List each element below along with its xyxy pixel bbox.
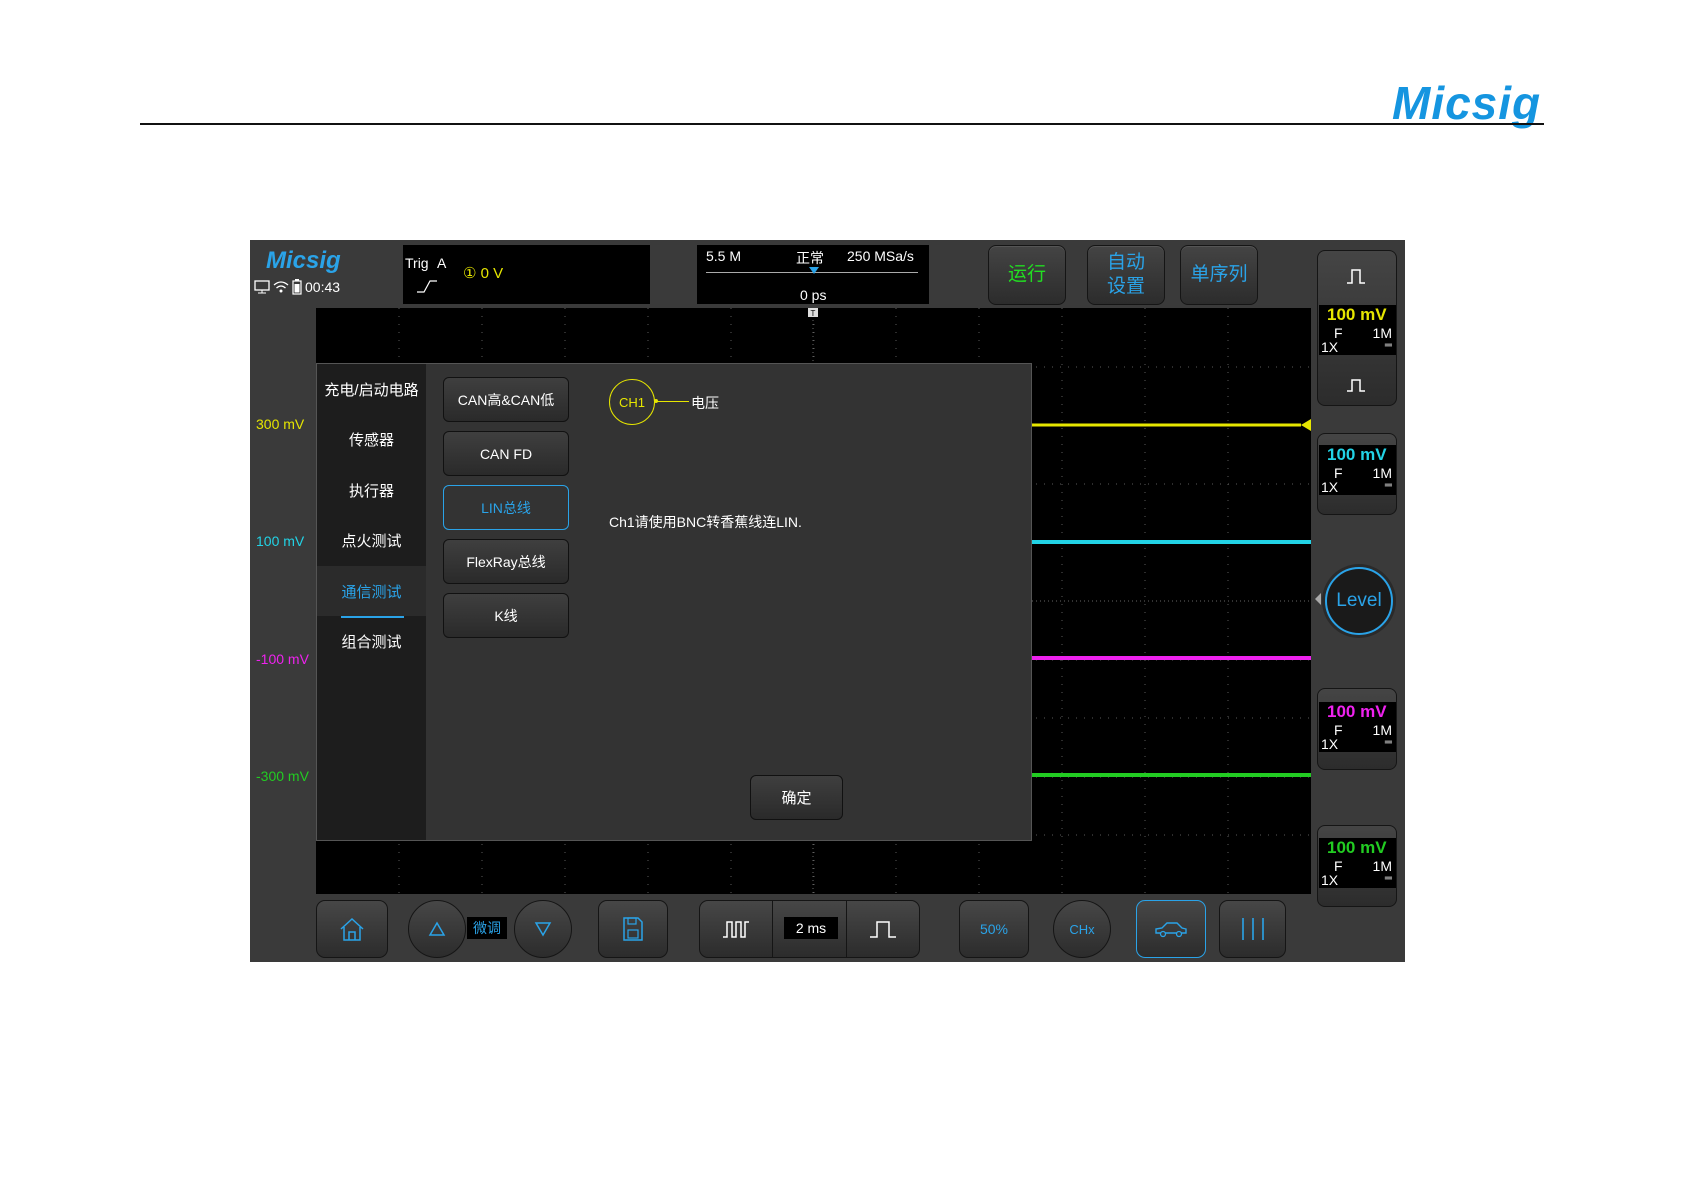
channel-select-button[interactable]: CHx xyxy=(1053,900,1111,958)
sample-rate: 250 MSa/s xyxy=(847,248,914,264)
timebase-decrease-button[interactable] xyxy=(699,900,773,958)
memory-depth: 5.5 M xyxy=(706,248,742,264)
trigger-label: Trig xyxy=(405,255,429,271)
trigger-source: A xyxy=(437,255,447,271)
category-ignition[interactable]: 点火测试 xyxy=(317,515,426,565)
ch4-scale: 100 mV xyxy=(1327,838,1387,857)
auto-setup-button[interactable]: 自动 设置 xyxy=(1087,245,1165,305)
voltage-label-2: 100 mV xyxy=(256,533,305,549)
ch1-probe: 1X xyxy=(1321,339,1339,355)
ch2-probe: 1X xyxy=(1321,479,1339,495)
option-can-high-low[interactable]: CAN高&CAN低 xyxy=(443,377,569,422)
run-button[interactable]: 运行 xyxy=(988,245,1066,305)
category-sensor[interactable]: 传感器 xyxy=(317,414,426,464)
header-divider xyxy=(140,123,1544,125)
voltage-label-3: -100 mV xyxy=(256,651,309,667)
cursor-button[interactable] xyxy=(1219,900,1286,958)
ch1-info[interactable]: 100 mV F 1M 1X ═ xyxy=(1319,305,1396,355)
auto-setup-label-1: 自动 xyxy=(1106,252,1145,273)
timebase-panel[interactable]: 5.5 M 正常 250 MSa/s 0 ps xyxy=(697,245,929,304)
dc-icon: ═ xyxy=(1384,873,1392,884)
option-k-line[interactable]: K线 xyxy=(443,593,569,638)
svg-text:T: T xyxy=(811,309,816,318)
square-wave-icon xyxy=(1347,269,1365,284)
ch2-scale: 100 mV xyxy=(1327,445,1387,464)
trigger-time-marker[interactable]: T xyxy=(808,308,818,318)
expanded-wave-icon xyxy=(870,921,896,938)
automotive-button[interactable] xyxy=(1136,900,1206,958)
ch4-info[interactable]: 100 mV F 1M 1X ═ xyxy=(1319,838,1396,888)
battery-icon xyxy=(292,279,302,295)
home-button[interactable] xyxy=(316,900,388,958)
option-lin-bus[interactable]: LIN总线 xyxy=(443,485,569,530)
monitor-icon xyxy=(254,280,270,294)
scope-logo: Micsig xyxy=(266,247,341,274)
category-communication[interactable]: 通信测试 xyxy=(317,566,426,616)
car-icon xyxy=(1155,922,1187,938)
category-actuator[interactable]: 执行器 xyxy=(317,465,426,515)
ch4-probe: 1X xyxy=(1321,872,1339,888)
compressed-wave-icon xyxy=(723,921,749,938)
dc-icon: ═ xyxy=(1384,737,1392,748)
ch3-scale: 100 mV xyxy=(1327,702,1387,721)
fine-down-button[interactable] xyxy=(514,900,572,958)
fine-adjust-label[interactable]: 微调 xyxy=(467,917,507,939)
wifi-icon xyxy=(273,281,289,293)
ch2-info[interactable]: 100 mV F 1M 1X ═ xyxy=(1319,445,1396,495)
ch1-impedance: 1M xyxy=(1372,325,1392,341)
timebase-increase-button[interactable] xyxy=(846,900,920,958)
timebase-scale-value: 2 ms xyxy=(784,917,838,939)
auto-setup-label-2: 设置 xyxy=(1106,276,1145,297)
option-can-fd[interactable]: CAN FD xyxy=(443,431,569,476)
time-offset: 0 ps xyxy=(800,287,827,303)
single-sequence-button[interactable]: 单序列 xyxy=(1180,245,1258,305)
confirm-button[interactable]: 确定 xyxy=(750,775,843,820)
channel-signal-label: 电压 xyxy=(691,395,719,411)
connection-instruction: Ch1请使用BNC转香蕉线连LIN. xyxy=(609,514,802,530)
ch1-scale: 100 mV xyxy=(1327,305,1387,324)
trigger-position-marker xyxy=(809,267,819,274)
fine-up-button[interactable] xyxy=(408,900,466,958)
dc-icon: ═ xyxy=(1384,340,1392,351)
ch3-impedance: 1M xyxy=(1372,722,1392,738)
acquire-mode: 正常 xyxy=(796,250,824,266)
cursor-lines-icon xyxy=(1241,918,1264,940)
voltage-label-4: -300 mV xyxy=(256,768,309,784)
save-button[interactable] xyxy=(598,900,668,958)
category-charging[interactable]: 充电/启动电路 xyxy=(317,364,426,414)
voltage-label-1: 300 mV xyxy=(256,416,305,432)
brand-logo: Micsig xyxy=(1392,77,1542,129)
fifty-percent-button[interactable]: 50% xyxy=(959,900,1029,958)
home-icon xyxy=(340,917,364,941)
triangle-up-icon xyxy=(428,921,446,936)
status-bar: 00:43 xyxy=(254,279,340,295)
option-flexray[interactable]: FlexRay总线 xyxy=(443,539,569,584)
ch2-impedance: 1M xyxy=(1372,465,1392,481)
ch3-info[interactable]: 100 mV F 1M 1X ═ xyxy=(1319,702,1396,752)
trigger-level-marker[interactable] xyxy=(1301,419,1311,431)
rising-edge-icon xyxy=(417,280,437,293)
clock-time: 00:43 xyxy=(305,279,341,295)
level-arrow-icon xyxy=(1315,593,1321,605)
connector-line xyxy=(656,401,689,402)
ch3-probe: 1X xyxy=(1321,736,1339,752)
automotive-test-dialog: 充电/启动电路 传感器 执行器 点火测试 通信测试 组合测试 CAN高&CAN低… xyxy=(316,363,1032,841)
category-sidebar: 充电/启动电路 传感器 执行器 点火测试 通信测试 组合测试 xyxy=(317,364,426,840)
ch1-badge: CH1 xyxy=(609,379,655,425)
category-combined[interactable]: 组合测试 xyxy=(317,616,426,666)
dc-icon: ═ xyxy=(1384,480,1392,491)
ch4-impedance: 1M xyxy=(1372,858,1392,874)
level-button[interactable]: Level xyxy=(1325,567,1393,635)
save-icon xyxy=(623,917,643,941)
triangle-down-icon xyxy=(534,922,552,937)
pulse-icon xyxy=(1347,379,1365,392)
trigger-panel[interactable]: Trig A ① 0 V xyxy=(403,245,650,304)
trigger-level: ① 0 V xyxy=(463,265,504,282)
